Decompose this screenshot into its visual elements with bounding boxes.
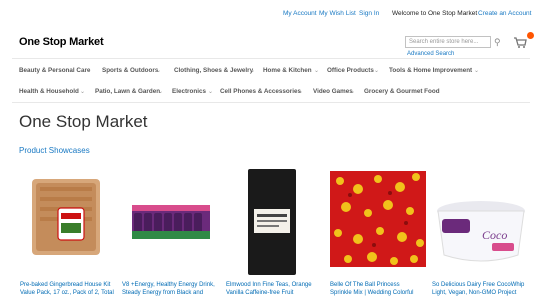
product-image-v8-energy[interactable] xyxy=(122,163,218,278)
chevron-down-icon: ⌄ xyxy=(250,68,256,74)
product-name-sprinkle-mix[interactable]: Belle Of The Ball Princess xyxy=(330,281,424,289)
chevron-down-icon: ⌄ xyxy=(158,89,164,95)
cart-count-badge xyxy=(527,32,534,39)
product-name-gingerbread[interactable]: Pre-baked Gingerbread House Kit xyxy=(20,281,114,289)
advanced-search-link[interactable]: Advanced Search xyxy=(407,51,454,57)
store-logo[interactable]: One Stop Market xyxy=(19,36,104,48)
page-title: One Stop Market xyxy=(19,112,148,131)
search-input[interactable]: Search entire store here... xyxy=(405,36,491,48)
create-account-link[interactable]: Create an Account xyxy=(478,9,531,18)
nav-home-kitchen[interactable]: Home & Kitchen xyxy=(263,67,312,74)
my-account-link[interactable]: My Account xyxy=(283,9,317,18)
chevron-down-icon: ⌄ xyxy=(86,68,92,74)
product-image-elmwood-tea[interactable] xyxy=(226,163,316,278)
nav-beauty-personal-care[interactable]: Beauty & Personal Care xyxy=(19,67,90,74)
chevron-down-icon: ⌄ xyxy=(474,68,480,74)
welcome-message: Welcome to One Stop Market xyxy=(392,10,478,17)
nav-tools-home-improvement[interactable]: Tools & Home Improvement xyxy=(389,67,472,74)
sign-in-link[interactable]: Sign In xyxy=(359,9,379,18)
chevron-down-icon: ⌄ xyxy=(156,68,162,74)
product-name-cocowhip-line2[interactable]: Light, Vegan, Non-GMO Project xyxy=(432,289,532,297)
nav-patio-lawn-garden[interactable]: Patio, Lawn & Garden xyxy=(95,88,160,95)
product-name-v8-energy-line2[interactable]: Steady Energy from Black and xyxy=(122,289,220,297)
search-icon[interactable]: ⚲ xyxy=(494,37,501,48)
svg-text:Coco: Coco xyxy=(482,228,507,242)
product-image-sprinkle-mix[interactable] xyxy=(330,163,426,278)
chevron-down-icon: ⌄ xyxy=(208,89,214,95)
nav-cell-phones-accessories[interactable]: Cell Phones & Accessories xyxy=(220,88,301,95)
chevron-down-icon: ⌄ xyxy=(314,68,320,74)
nav-grocery-gourmet-food[interactable]: Grocery & Gourmet Food xyxy=(364,88,440,95)
chevron-down-icon: ⌄ xyxy=(350,89,356,95)
section-title: Product Showcases xyxy=(19,146,90,155)
cart-icon[interactable] xyxy=(513,36,527,49)
product-name-elmwood-tea-line2[interactable]: Vanilla Caffeine-free Fruit xyxy=(226,289,318,297)
product-name-sprinkle-mix-line2[interactable]: Sprinkle Mix | Wedding Colorful xyxy=(330,289,424,297)
chevron-down-icon: ⌄ xyxy=(374,68,380,74)
wishlist-link[interactable]: My Wish List xyxy=(319,9,356,18)
chevron-down-icon: ⌄ xyxy=(80,89,86,95)
nav-office-products[interactable]: Office Products xyxy=(327,67,374,74)
chevron-down-icon: ⌄ xyxy=(298,89,304,95)
product-image-gingerbread[interactable] xyxy=(20,163,112,278)
product-image-cocowhip[interactable]: Coco xyxy=(432,163,530,278)
product-name-gingerbread-line2[interactable]: Value Pack, 17 oz., Pack of 2, Total xyxy=(20,289,114,297)
nav-clothing-shoes-jewelry[interactable]: Clothing, Shoes & Jewelry xyxy=(174,67,253,74)
product-name-v8-energy[interactable]: V8 +Energy, Healthy Energy Drink, xyxy=(122,281,220,289)
nav-video-games[interactable]: Video Games xyxy=(313,88,353,95)
product-name-cocowhip[interactable]: So Delicious Dairy Free CocoWhip xyxy=(432,281,532,289)
nav-electronics[interactable]: Electronics xyxy=(172,88,206,95)
product-name-elmwood-tea[interactable]: Elmwood Inn Fine Teas, Orange xyxy=(226,281,318,289)
nav-sports-outdoors[interactable]: Sports & Outdoors xyxy=(102,67,158,74)
nav-health-household[interactable]: Health & Household xyxy=(19,88,79,95)
